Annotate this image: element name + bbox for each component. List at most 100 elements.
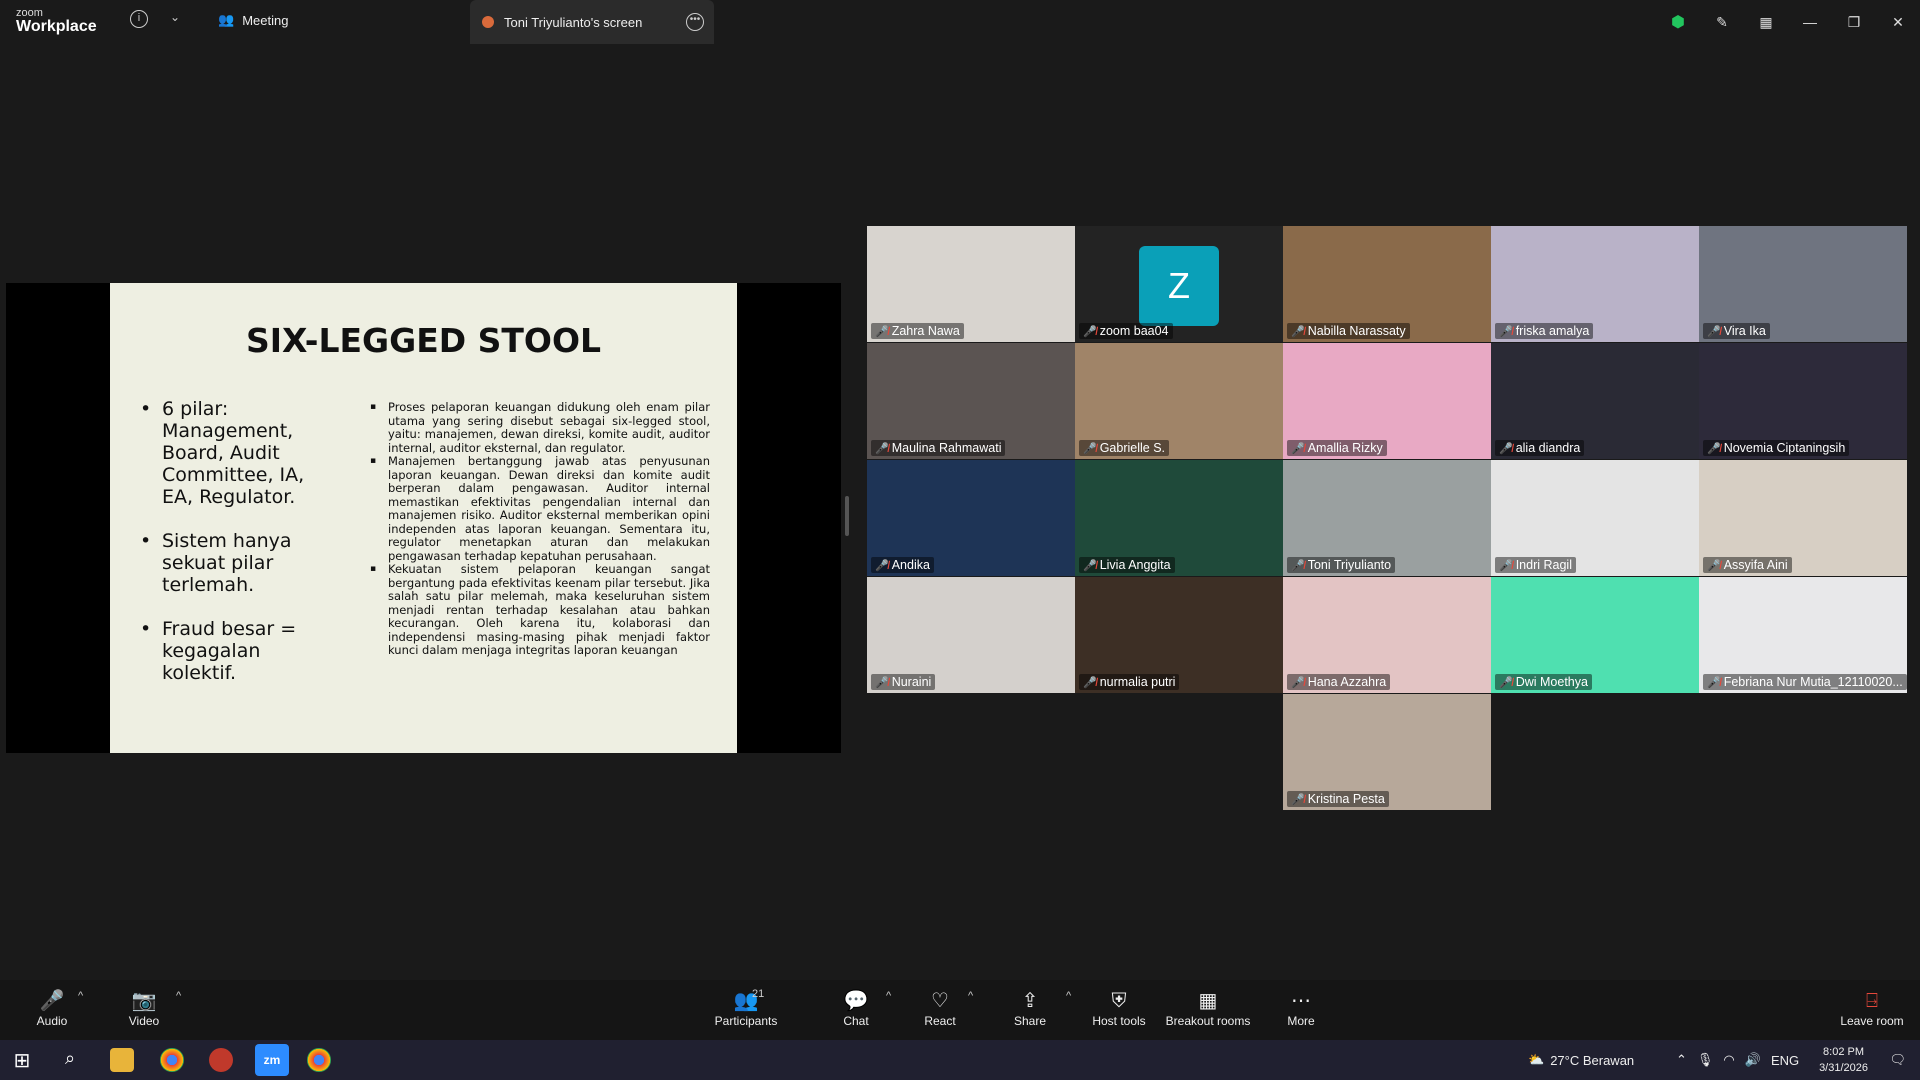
participant-tile[interactable]: 🎤̸ Vira Ika (1699, 226, 1907, 342)
participant-name: friska amalya (1515, 324, 1590, 338)
participants-button[interactable]: 👥 21 Participants (706, 988, 786, 1028)
participant-tile[interactable]: 🎤̸ Assyifa Aini (1699, 460, 1907, 576)
chevron-down-icon[interactable]: ⌄ (170, 10, 180, 24)
participant-tile[interactable]: 🎤̸ Indri Ragil (1491, 460, 1699, 576)
participant-tile[interactable]: 🎤̸ alia diandra (1491, 343, 1699, 459)
tray-chevron-up-icon[interactable]: ⌃ (1676, 1052, 1687, 1068)
file-explorer-icon[interactable] (110, 1048, 134, 1072)
windows-start-icon[interactable]: ⊞ (10, 1048, 34, 1072)
host-tools-button[interactable]: ⛨ Host tools (1079, 988, 1159, 1028)
participant-name-label: 🎤̸ Vira Ika (1703, 323, 1770, 339)
title-bar: zoom Workplace i ⌄ 👥 Meeting Toni Triyul… (0, 0, 1920, 44)
participant-tile[interactable]: 🎤̸ Dwi Moethya (1491, 577, 1699, 693)
share-button[interactable]: ⇪ Share ^ (990, 988, 1071, 1028)
share-screen-icon: ⇪ (1021, 990, 1039, 1012)
chrome-icon[interactable] (307, 1048, 331, 1072)
more-options-icon[interactable]: ••• (686, 13, 704, 31)
participant-tile[interactable]: 🎤̸ Gabrielle S. (1075, 343, 1283, 459)
participant-tile[interactable]: 🎤̸ Toni Triyulianto (1283, 460, 1491, 576)
participant-name-label: 🎤̸ Amallia Rizky (1287, 440, 1387, 456)
tab-meeting[interactable]: 👥 Meeting (218, 12, 288, 28)
react-label: React (924, 1014, 956, 1028)
participant-name-label: 🎤̸ Dwi Moethya (1495, 674, 1592, 690)
participant-name: Kristina Pesta (1307, 792, 1385, 806)
slide-bullet: Fraud besar = kegagalan kolektif. (138, 618, 338, 684)
mic-muted-icon: 🎤̸ (875, 442, 889, 455)
mic-muted-icon: 🎤̸ (1291, 793, 1305, 806)
video-off-icon: 📷 (131, 990, 157, 1012)
notification-button[interactable]: 🗨 (1889, 1040, 1906, 1080)
app-icon[interactable] (209, 1048, 233, 1072)
speaker-icon[interactable]: 🔊 (1745, 1052, 1761, 1068)
slide-left-bullets: 6 pilar: Management, Board, Audit Commit… (138, 398, 338, 706)
close-icon[interactable]: ✕ (1876, 14, 1920, 31)
breakout-rooms-button[interactable]: ▦ Breakout rooms (1158, 988, 1258, 1028)
audio-options-caret-icon[interactable]: ^ (78, 990, 83, 1002)
tray-mic-icon[interactable]: 🎙 (1697, 1052, 1714, 1068)
leave-label: Leave room (1840, 1014, 1904, 1028)
participant-name-label: 🎤̸ Indri Ragil (1495, 557, 1576, 573)
security-shield-icon[interactable]: ⬢ (1656, 12, 1700, 32)
slide-bullet: 6 pilar: Management, Board, Audit Commit… (138, 398, 338, 508)
participant-tile[interactable]: 🎤̸ Livia Anggita (1075, 460, 1283, 576)
view-layout-icon[interactable]: ▦ (1744, 14, 1788, 31)
minimize-icon[interactable]: — (1788, 14, 1832, 30)
participant-name: Andika (891, 558, 930, 572)
participant-name-label: 🎤̸ Livia Anggita (1079, 557, 1175, 573)
participant-tile[interactable]: 🎤̸ Febriana Nur Mutia_12110020... (1699, 577, 1907, 693)
app-logo: zoom Workplace (16, 8, 97, 35)
video-button[interactable]: 📷 Video ^ (104, 988, 184, 1028)
mic-muted-icon: 🎤̸ (1499, 559, 1513, 572)
chat-options-caret-icon[interactable]: ^ (886, 990, 891, 1002)
participant-tile[interactable]: 🎤̸ Nuraini (867, 577, 1075, 693)
participant-tile[interactable]: 🎤̸ Amallia Rizky (1283, 343, 1491, 459)
react-button[interactable]: ♡ React ^ (900, 988, 980, 1028)
mic-muted-icon: 🎤̸ (1291, 325, 1305, 338)
participant-tile[interactable]: 🎤̸ Andika (867, 460, 1075, 576)
participant-tile[interactable]: 🎤̸ Maulina Rahmawati (867, 343, 1075, 459)
more-button[interactable]: ⋯ More (1261, 988, 1341, 1028)
participant-tile[interactable]: 🎤̸ nurmalia putri (1075, 577, 1283, 693)
participant-name: Dwi Moethya (1515, 675, 1588, 689)
chat-button[interactable]: 💬 Chat ^ (816, 988, 896, 1028)
clock[interactable]: 8:02 PM 3/31/2026 (1819, 1044, 1868, 1076)
participant-name: Nuraini (891, 675, 932, 689)
chrome-icon[interactable] (160, 1048, 184, 1072)
participant-tile[interactable]: 🎤̸ Zahra Nawa (867, 226, 1075, 342)
audio-button[interactable]: 🎤 Audio ^ (12, 988, 92, 1028)
participant-name: zoom baa04 (1099, 324, 1169, 338)
annotate-pen-icon[interactable]: ✎ (1700, 14, 1744, 31)
participant-tile[interactable]: 🎤̸ friska amalya (1491, 226, 1699, 342)
tab-screen-label: Toni Triyulianto's screen (504, 14, 643, 30)
tab-shared-screen[interactable]: Toni Triyulianto's screen ••• (470, 0, 714, 44)
restore-icon[interactable]: ❐ (1832, 14, 1876, 31)
mic-muted-icon: 🎤̸ (1499, 442, 1513, 455)
mic-muted-icon: 🎤̸ (1707, 559, 1721, 572)
leave-room-button[interactable]: ⍈ Leave room (1832, 988, 1912, 1028)
weather-widget[interactable]: ⛅ 27°C Berawan (1528, 1040, 1634, 1080)
react-options-caret-icon[interactable]: ^ (968, 990, 973, 1002)
wifi-icon[interactable]: ◠ (1723, 1052, 1734, 1068)
video-options-caret-icon[interactable]: ^ (176, 990, 181, 1002)
participant-tile[interactable]: 🎤̸ Nabilla Narassaty (1283, 226, 1491, 342)
slide-bullet: Sistem hanya sekuat pilar terlemah. (138, 530, 338, 596)
breakout-label: Breakout rooms (1165, 1014, 1251, 1028)
slide-paragraph: Proses pelaporan keuangan didukung oleh … (370, 400, 710, 455)
split-resize-handle[interactable] (845, 496, 849, 536)
share-options-caret-icon[interactable]: ^ (1066, 990, 1071, 1002)
participant-name-label: 🎤̸ Hana Azzahra (1287, 674, 1391, 690)
presenter-avatar-icon (482, 16, 494, 28)
language-indicator[interactable]: ENG (1771, 1053, 1799, 1068)
shared-screen[interactable]: SIX-LEGGED STOOL 6 pilar: Management, Bo… (6, 283, 841, 753)
participant-tile[interactable]: 🎤̸ Novemia Ciptaningsih (1699, 343, 1907, 459)
participant-tile[interactable]: 🎤̸ Hana Azzahra (1283, 577, 1491, 693)
participant-name-label: 🎤̸ Nabilla Narassaty (1287, 323, 1410, 339)
zoom-taskbar-icon[interactable]: zm (255, 1044, 289, 1076)
participant-tile[interactable]: Z 🎤̸ zoom baa04 (1075, 226, 1283, 342)
participant-tile[interactable]: 🎤̸ Kristina Pesta (1283, 694, 1491, 810)
search-icon[interactable]: ⌕ (58, 1048, 82, 1072)
leave-icon: ⍈ (1866, 990, 1878, 1012)
meeting-info-icon[interactable]: i (130, 10, 148, 28)
participant-name: nurmalia putri (1099, 675, 1176, 689)
system-tray: ⌃ 🎙 ◠ 🔊 ENG (1676, 1040, 1799, 1080)
